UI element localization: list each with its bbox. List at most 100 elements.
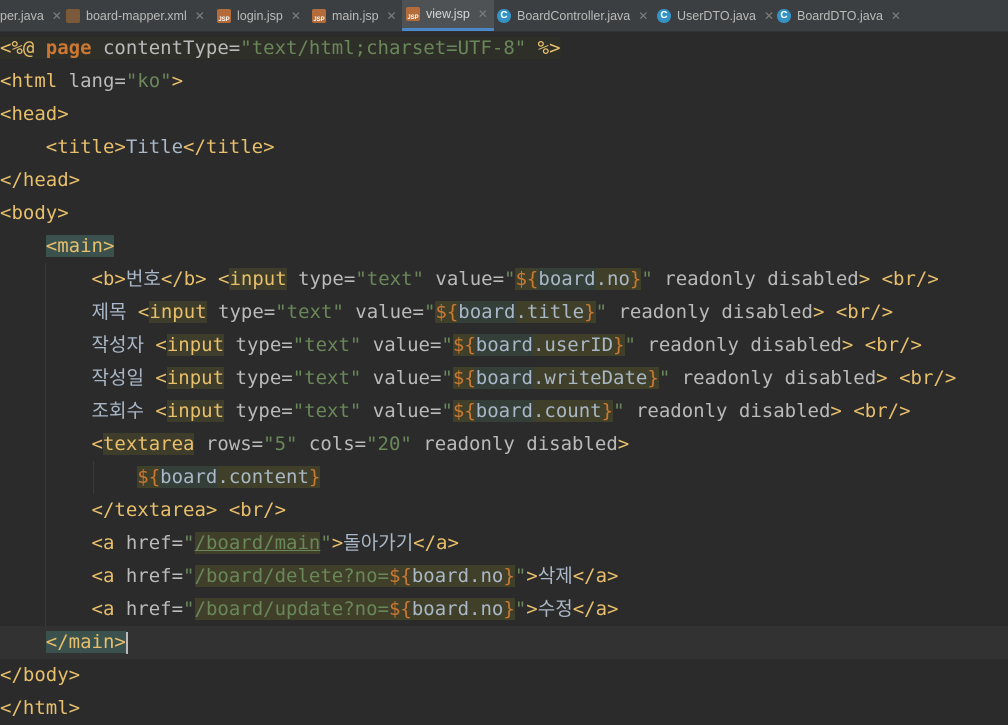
- token: board: [160, 466, 218, 488]
- token: "5": [263, 433, 298, 455]
- code-line-11[interactable]: 작성일 <input type="text" value="${board.wr…: [0, 362, 1008, 395]
- token: board.no: [411, 565, 504, 587]
- token: <html: [0, 70, 69, 92]
- code-line-15[interactable]: </textarea> <br/>: [0, 494, 1008, 527]
- tab-label: BoardController.java: [517, 8, 631, 23]
- code-line-16[interactable]: <a href="/board/main">돌아가기</a>: [0, 527, 1008, 560]
- token: <title>: [45, 136, 126, 158]
- token: >: [858, 268, 882, 290]
- token: }: [503, 565, 515, 587]
- token: ": [441, 400, 453, 422]
- token: 조회수: [91, 400, 156, 422]
- jsp-file-icon: [217, 8, 231, 23]
- code-line-2[interactable]: <html lang="ko">: [0, 65, 1008, 98]
- token: "text": [292, 334, 362, 356]
- jsp-file-icon: [406, 7, 420, 21]
- token: ": [641, 268, 653, 290]
- code-line-12[interactable]: 조회수 <input type="text" value="${board.co…: [0, 395, 1008, 428]
- text-caret: [125, 631, 128, 654]
- token: </body>: [0, 664, 81, 686]
- token: /board/update?no=: [194, 598, 389, 620]
- code-line-19[interactable]: </main>: [0, 626, 1008, 659]
- close-icon[interactable]: ✕: [52, 9, 62, 23]
- code-line-4[interactable]: <title>Title</title>: [0, 131, 1008, 164]
- code-line-10[interactable]: 작성자 <input type="text" value="${board.us…: [0, 329, 1008, 362]
- code-line-21[interactable]: </html>: [0, 692, 1008, 725]
- tab-boardcontroller-java[interactable]: BoardController.java ✕: [493, 0, 654, 31]
- tab-label: UserDTO.java: [677, 8, 756, 23]
- token: >: [617, 433, 630, 455]
- xml-file-icon: [66, 8, 80, 23]
- close-icon[interactable]: ✕: [195, 9, 205, 23]
- code-line-17[interactable]: <a href="/board/delete?no=${board.no}">삭…: [0, 560, 1008, 593]
- token: type=: [206, 301, 276, 323]
- tab-userdto-java[interactable]: UserDTO.java✕: [653, 0, 780, 31]
- code-line-9[interactable]: 제목 <input type="text" value="${board.tit…: [0, 296, 1008, 329]
- token: input: [166, 367, 225, 389]
- token: <: [91, 433, 103, 455]
- code-line-1[interactable]: <%@ page contentType="text/html;charset=…: [0, 32, 1008, 65]
- close-icon[interactable]: ✕: [387, 9, 397, 23]
- token: </b>: [160, 268, 207, 290]
- code-line-6[interactable]: <body>: [0, 197, 1008, 230]
- token: <br/>: [881, 268, 939, 290]
- token: }: [629, 268, 642, 290]
- token: >: [526, 565, 538, 587]
- token: </a>: [572, 598, 619, 620]
- token: value=: [361, 367, 442, 389]
- token: <br/>: [899, 367, 957, 389]
- code-line-14[interactable]: ${board.content}: [0, 461, 1008, 494]
- token: type=: [224, 367, 293, 389]
- token: </html>: [0, 697, 81, 719]
- token: /board/main: [194, 532, 321, 554]
- token: >: [171, 70, 184, 92]
- token: ${: [452, 334, 476, 356]
- code-line-8[interactable]: <b>번호</b> <input type="text" value="${bo…: [0, 263, 1008, 296]
- token: <body>: [0, 202, 69, 224]
- tab-label: BoardDTO.java: [797, 8, 883, 23]
- code-line-5[interactable]: </head>: [0, 164, 1008, 197]
- token: ": [183, 598, 195, 620]
- token: }: [613, 334, 625, 356]
- token: ": [658, 367, 671, 389]
- tab-view-jsp[interactable]: view.jsp ✕: [402, 0, 494, 31]
- code-editor[interactable]: <%@ page contentType="text/html;charset=…: [0, 32, 1008, 725]
- close-icon[interactable]: ✕: [291, 9, 301, 23]
- token: value=: [361, 400, 442, 422]
- close-icon[interactable]: ✕: [891, 9, 901, 23]
- token: cols=: [297, 433, 367, 455]
- close-icon[interactable]: ✕: [478, 7, 488, 21]
- token: type=: [224, 400, 293, 422]
- tab-login-jsp[interactable]: login.jsp ✕: [213, 0, 307, 31]
- token: %>: [526, 37, 561, 59]
- token: readonly disabled: [607, 301, 813, 323]
- token: ": [183, 532, 195, 554]
- code-line-18[interactable]: <a href="/board/update?no=${board.no}">수…: [0, 593, 1008, 626]
- jsp-file-icon: [312, 8, 326, 23]
- token: ": [624, 334, 636, 356]
- token: ${: [452, 400, 476, 422]
- tab-label: main.jsp: [332, 8, 379, 23]
- code-line-3[interactable]: <head>: [0, 98, 1008, 131]
- code-line-20[interactable]: </body>: [0, 659, 1008, 692]
- token: /board/delete?no=: [194, 565, 389, 587]
- token: Title: [125, 136, 184, 158]
- token: textarea: [102, 433, 195, 455]
- token: </a>: [413, 532, 459, 554]
- token: <b>: [91, 268, 126, 290]
- token: 제목: [91, 301, 138, 323]
- tab-boarddto-java[interactable]: BoardDTO.java ✕: [773, 0, 907, 31]
- code-line-13[interactable]: <textarea rows="5" cols="20" readonly di…: [0, 428, 1008, 461]
- token: ": [423, 301, 436, 323]
- java-class-icon: [777, 8, 791, 23]
- token: <main>: [45, 235, 115, 257]
- tab-board-mapper-xml[interactable]: board-mapper.xml ✕: [62, 0, 211, 31]
- code-line-7[interactable]: <main>: [0, 230, 1008, 263]
- tab-per-java[interactable]: per.java ✕: [0, 0, 68, 31]
- token: >: [830, 400, 854, 422]
- close-icon[interactable]: ✕: [638, 9, 648, 23]
- token: <br/>: [835, 301, 894, 323]
- tab-main-jsp[interactable]: main.jsp ✕: [308, 0, 403, 31]
- editor-tab-bar: per.java✕board-mapper.xml✕login.jsp✕main…: [0, 0, 1008, 32]
